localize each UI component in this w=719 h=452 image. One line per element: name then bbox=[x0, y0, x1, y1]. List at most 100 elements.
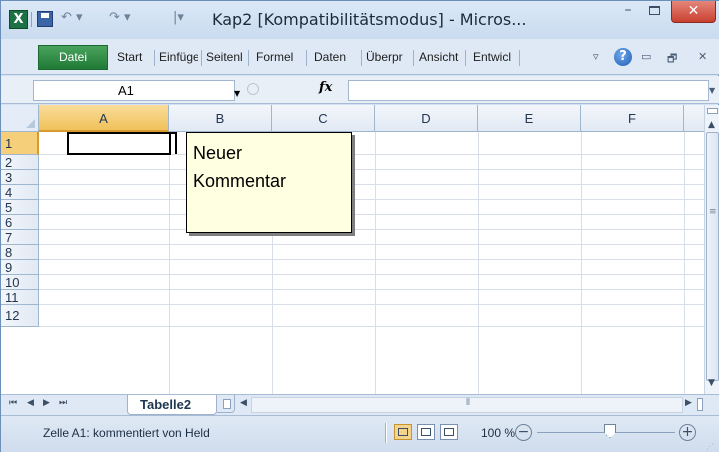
ribbon-expand-icon[interactable]: ▿ bbox=[593, 50, 599, 63]
row-header-11[interactable]: 11 bbox=[1, 290, 39, 305]
close-button[interactable]: ✕ bbox=[671, 1, 716, 23]
vertical-scrollbar[interactable]: ▲ ≡ ▼ bbox=[704, 105, 719, 394]
table-row[interactable] bbox=[39, 215, 704, 230]
name-box[interactable]: A1 ▼ bbox=[33, 80, 240, 101]
column-header-e[interactable]: E bbox=[478, 105, 581, 132]
column-header-d[interactable]: D bbox=[375, 105, 478, 132]
row-header-6[interactable]: 6 bbox=[1, 215, 39, 230]
help-icon[interactable]: ? bbox=[614, 48, 632, 66]
row-header-5[interactable]: 5 bbox=[1, 200, 39, 215]
tab-separator bbox=[361, 50, 362, 66]
row-header-10[interactable]: 10 bbox=[1, 275, 39, 290]
table-row[interactable] bbox=[39, 155, 704, 170]
select-all-corner[interactable] bbox=[1, 105, 39, 132]
table-row[interactable] bbox=[39, 245, 704, 260]
save-icon[interactable] bbox=[37, 11, 53, 27]
active-cell-a1[interactable] bbox=[67, 132, 171, 155]
row-header-1[interactable]: 1 bbox=[1, 132, 39, 155]
scroll-down-icon[interactable]: ▼ bbox=[708, 378, 715, 388]
excel-logo-icon[interactable]: X bbox=[9, 10, 28, 29]
minimize-ribbon-icon[interactable]: ▭ bbox=[641, 50, 651, 63]
scroll-right-icon[interactable]: ▶ bbox=[685, 398, 692, 408]
prev-sheet-icon[interactable]: ◀ bbox=[27, 398, 34, 408]
tab-separator bbox=[306, 50, 307, 66]
table-row[interactable] bbox=[39, 275, 704, 290]
chevron-down-icon[interactable]: ▼ bbox=[234, 89, 240, 98]
formula-bar-handle-icon[interactable] bbox=[247, 83, 259, 95]
row-header-9[interactable]: 9 bbox=[1, 260, 39, 275]
tab-ueberpruefen[interactable]: Überpr bbox=[366, 45, 408, 70]
tab-separator bbox=[154, 50, 155, 66]
expand-formula-bar-icon[interactable]: ▼ bbox=[709, 80, 719, 101]
tab-separator bbox=[413, 50, 414, 66]
undo-icon[interactable]: ↶ ▾ bbox=[61, 10, 83, 25]
normal-view-icon bbox=[398, 428, 408, 436]
tab-daten[interactable]: Daten bbox=[314, 45, 354, 70]
tab-ansicht[interactable]: Ansicht bbox=[419, 45, 461, 70]
comment-connector bbox=[175, 132, 177, 154]
title-bar: X ↶ ▾ ↷ ▾ |▾ Kap2 [Kompatibilitätsmodus]… bbox=[1, 1, 719, 39]
column-header-c[interactable]: C bbox=[272, 105, 375, 132]
scroll-left-icon[interactable]: ◀ bbox=[240, 398, 247, 408]
column-header-f[interactable]: F bbox=[581, 105, 684, 132]
next-sheet-icon[interactable]: ▶ bbox=[43, 398, 50, 408]
maximize-icon bbox=[648, 6, 660, 15]
sheet-tab-tabelle2[interactable]: Tabelle2 bbox=[127, 395, 217, 415]
grip-icon: ≡ bbox=[709, 207, 717, 217]
grip-icon: ⦀ bbox=[466, 398, 470, 408]
tab-start[interactable]: Start bbox=[117, 45, 149, 70]
row-header-4[interactable]: 4 bbox=[1, 185, 39, 200]
restore-window-icon[interactable]: 🗗 bbox=[667, 50, 677, 69]
first-sheet-icon[interactable]: ⏮ bbox=[9, 398, 17, 408]
status-separator bbox=[385, 423, 387, 443]
tab-datei[interactable]: Datei bbox=[38, 45, 108, 70]
row-header-12[interactable]: 12 bbox=[1, 305, 39, 327]
window-title: Kap2 [Kompatibilitätsmodus] - Micros... bbox=[212, 10, 527, 29]
insert-function-icon[interactable]: fx bbox=[319, 80, 332, 95]
table-row[interactable] bbox=[39, 185, 704, 200]
row-header-2[interactable]: 2 bbox=[1, 155, 39, 170]
insert-sheet-icon[interactable] bbox=[223, 399, 231, 409]
zoom-level[interactable]: 100 % bbox=[481, 426, 515, 440]
row-header-3[interactable]: 3 bbox=[1, 170, 39, 185]
status-bar: Zelle A1: kommentiert von Held 100 % − +… bbox=[1, 415, 719, 452]
qat-separator bbox=[31, 12, 32, 27]
row-header-8[interactable]: 8 bbox=[1, 245, 39, 260]
formula-input[interactable] bbox=[348, 80, 709, 101]
maximize-button[interactable] bbox=[641, 1, 667, 21]
customize-qat-icon[interactable]: |▾ bbox=[173, 10, 184, 25]
split-box-icon[interactable] bbox=[697, 398, 703, 411]
tab-formeln[interactable]: Formel bbox=[256, 45, 300, 70]
close-workbook-icon[interactable]: ✕ bbox=[698, 50, 707, 63]
page-break-view-button[interactable] bbox=[440, 424, 458, 440]
tab-entwicklertools[interactable]: Entwicl bbox=[473, 45, 517, 70]
table-row[interactable] bbox=[39, 170, 704, 185]
minimize-button[interactable]: – bbox=[615, 1, 641, 21]
row-header-7[interactable]: 7 bbox=[1, 230, 39, 245]
split-box-icon[interactable] bbox=[707, 108, 718, 114]
table-row[interactable] bbox=[39, 230, 704, 245]
zoom-in-button[interactable]: + bbox=[679, 424, 696, 441]
zoom-out-button[interactable]: − bbox=[515, 424, 532, 441]
comment-box[interactable]: Neuer Kommentar bbox=[186, 132, 352, 233]
column-header-a[interactable]: A bbox=[39, 105, 169, 132]
table-row[interactable] bbox=[39, 260, 704, 275]
sheet-tab-bar: ⏮ ◀ ▶ ⏭ Tabelle2 ◀ ⦀ ▶ bbox=[1, 394, 719, 415]
tab-seitenlayout[interactable]: Seitenl bbox=[206, 45, 246, 70]
normal-view-button[interactable] bbox=[394, 424, 412, 440]
scroll-up-icon[interactable]: ▲ bbox=[708, 120, 715, 130]
tab-separator bbox=[519, 50, 520, 66]
table-row[interactable] bbox=[39, 290, 704, 305]
page-layout-view-button[interactable] bbox=[417, 424, 435, 440]
tab-einfuegen[interactable]: Einfüge bbox=[159, 45, 198, 70]
redo-icon[interactable]: ↷ ▾ bbox=[109, 10, 131, 25]
last-sheet-icon[interactable]: ⏭ bbox=[59, 398, 67, 408]
column-header-g[interactable] bbox=[684, 105, 704, 132]
resize-grip-icon[interactable]: ⋰ bbox=[706, 442, 714, 451]
table-row[interactable] bbox=[39, 305, 704, 327]
page-break-icon bbox=[444, 428, 454, 436]
table-row[interactable] bbox=[39, 200, 704, 215]
vertical-scroll-thumb[interactable] bbox=[706, 132, 719, 381]
comment-text[interactable]: Neuer Kommentar bbox=[193, 139, 345, 195]
column-header-b[interactable]: B bbox=[169, 105, 272, 132]
